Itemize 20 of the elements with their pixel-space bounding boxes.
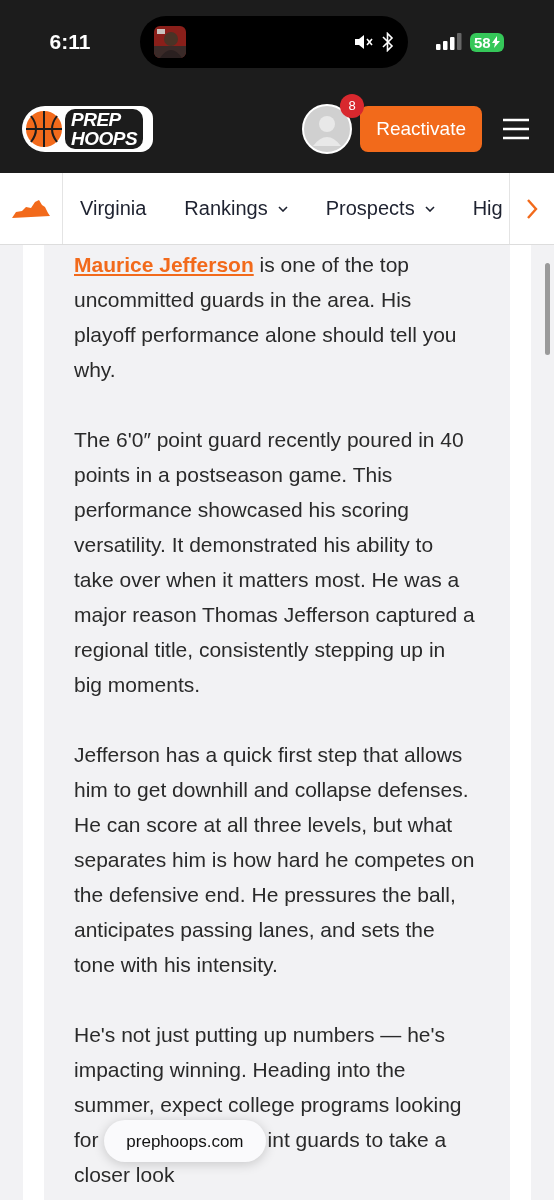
url-pill[interactable]: prephoops.com [104,1120,266,1163]
article-paragraph: Maurice Jefferson is one of the top uncommitted guards in the area. His playoff performance alone should tell you why. [74,252,458,383]
notification-badge: 8 [340,93,365,118]
avatar-icon[interactable] [302,103,353,154]
menu-icon[interactable] [502,117,530,140]
chevron-right-icon [526,197,538,220]
nav-link[interactable]: Prospects [325,197,435,220]
article-paragraph: He's not just putting up numbers — he's impacting winning. Heading into the summer, expect college programs looking for prephoops.com int guards to take a closer look [74,1022,463,1188]
clock-time: 6:11 [48,30,92,54]
battery-icon: 58 [470,32,504,52]
article-paragraph: Jefferson has a quick first step that allows him to get downhill and collapse defenses. He can score at all three levels, but what separates him is how hard he competes on the defensive end. He pressures the ball, anticipates passing lanes, and sets the tone with his intensity. [74,742,476,978]
bluetooth-icon [382,32,394,52]
mute-icon [354,33,374,51]
site-logo[interactable]: PREP HOOPS [22,105,154,152]
nav-link[interactable]: Virginia [80,197,147,220]
nav-link[interactable]: Hig [472,197,503,220]
virginia-map-icon[interactable] [12,198,50,219]
nav-link[interactable]: Rankings [184,197,288,220]
article-paragraph: The 6'0″ point guard recently poured in 40 points in a postseason game. This performance showcased his scoring versatility. It demonstrated his ability to take over when it matters most. He was a major reason Thomas Jefferson captured a regional title, consistently stepping up in big moments. [74,427,476,698]
signal-icon [436,33,462,51]
